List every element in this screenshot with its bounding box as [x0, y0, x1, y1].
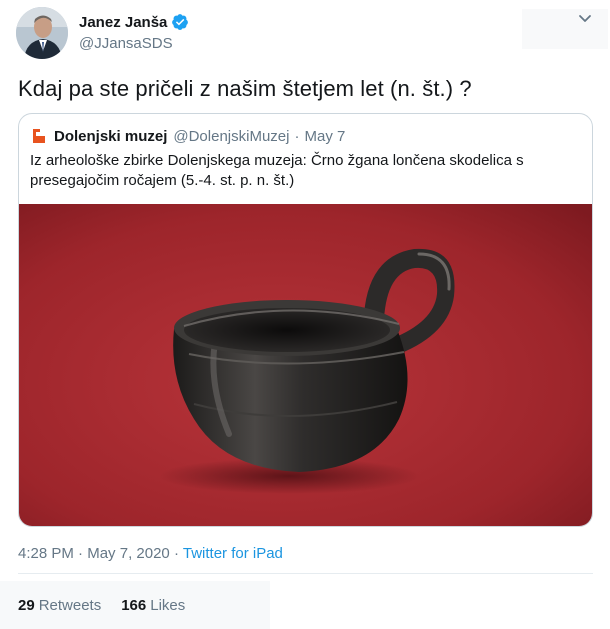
tweet-stats: 29 Retweets 166 Likes — [18, 597, 185, 614]
quoted-separator: · — [294, 127, 300, 145]
tweet-menu-button[interactable] — [522, 9, 608, 49]
quoted-tweet-header: Dolenjski muzej @DolenjskiMuzej · May 7 — [30, 126, 345, 146]
author-handle[interactable]: @JJansaSDS — [79, 35, 173, 52]
quoted-author-handle[interactable]: @DolenjskiMuzej — [173, 128, 289, 145]
tweet-time[interactable]: 4:28 PM — [18, 545, 74, 562]
retweets-stat[interactable]: 29 Retweets — [18, 597, 101, 614]
divider — [18, 573, 593, 574]
likes-stat[interactable]: 166 Likes — [121, 597, 185, 614]
tweet-timestamp-row: 4:28 PM · May 7, 2020 · Twitter for iPad — [18, 545, 283, 562]
quoted-tweet-card[interactable]: Dolenjski muzej @DolenjskiMuzej · May 7 … — [18, 113, 593, 527]
verified-badge-icon — [172, 14, 189, 30]
tweet-date[interactable]: May 7, 2020 — [87, 545, 170, 562]
quoted-tweet-text: Iz arheološke zbirke Dolenjskega muzeja:… — [30, 152, 524, 189]
meta-separator: · — [78, 545, 84, 562]
chevron-down-icon — [579, 15, 591, 22]
museum-logo-icon — [30, 126, 48, 146]
likes-count: 166 — [121, 597, 147, 614]
quoted-date[interactable]: May 7 — [304, 128, 345, 145]
meta-separator-2: · — [173, 545, 179, 562]
author-name[interactable]: Janez Janša — [79, 13, 189, 31]
author-name-text[interactable]: Janez Janša — [79, 14, 167, 31]
likes-label: Likes — [150, 597, 186, 614]
avatar-photo — [16, 7, 68, 59]
quoted-author-name[interactable]: Dolenjski muzej — [54, 128, 167, 145]
avatar[interactable] — [16, 7, 68, 59]
retweets-count: 29 — [18, 597, 35, 614]
tweet-source-link[interactable]: Twitter for iPad — [183, 545, 283, 562]
quoted-tweet-image[interactable] — [19, 204, 593, 527]
tweet-text: Kdaj pa ste pričeli z našim štetjem let … — [18, 76, 472, 101]
retweets-label: Retweets — [38, 597, 102, 614]
